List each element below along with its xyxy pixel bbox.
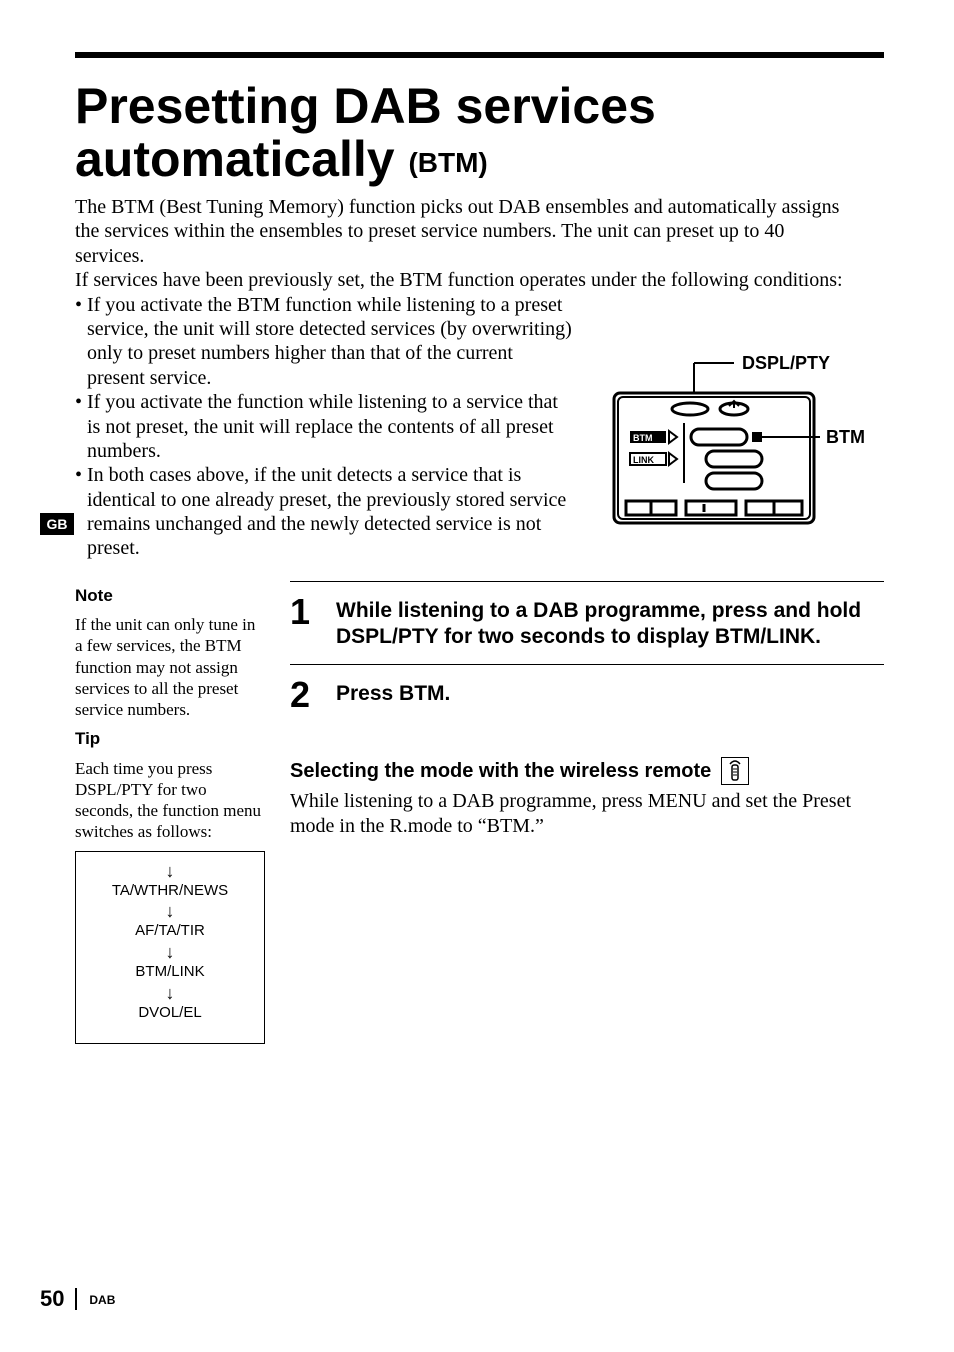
svg-text:LINK: LINK bbox=[633, 455, 654, 465]
step-2-body: Press BTM. bbox=[336, 677, 884, 713]
sidebar: Note If the unit can only tune in a few … bbox=[75, 581, 265, 1044]
page-title: Presetting DAB services automatically (B… bbox=[75, 80, 884, 185]
step-1-body: While listening to a DAB programme, pres… bbox=[336, 594, 884, 651]
remote-icon bbox=[721, 757, 749, 785]
step-2-num: 2 bbox=[290, 677, 320, 713]
device-diagram: DSPL/PTY BTM LINK bbox=[594, 293, 884, 561]
bullet-list: • If you activate the BTM function while… bbox=[75, 293, 574, 561]
intro-p2: If services have been previously set, th… bbox=[75, 268, 855, 292]
arrow-icon: ↓ bbox=[82, 943, 258, 961]
arrow-icon: ↓ bbox=[82, 902, 258, 920]
flowchart: ↓ TA/WTHR/NEWS ↓ AF/TA/TIR ↓ BTM/LINK ↓ … bbox=[75, 851, 265, 1044]
bullet-3: • In both cases above, if the unit detec… bbox=[75, 463, 574, 561]
arrow-icon: ↓ bbox=[82, 984, 258, 1002]
intro-block: The BTM (Best Tuning Memory) function pi… bbox=[75, 195, 855, 293]
flow-item-1: AF/TA/TIR bbox=[82, 922, 258, 941]
note-heading: Note bbox=[75, 585, 265, 606]
bullet-1: • If you activate the BTM function while… bbox=[75, 293, 574, 391]
flow-item-0: TA/WTHR/NEWS bbox=[82, 882, 258, 901]
bullet-2: • If you activate the function while lis… bbox=[75, 390, 574, 463]
page-title-sub: (BTM) bbox=[408, 147, 487, 178]
tip-heading: Tip bbox=[75, 728, 265, 749]
remote-body: While listening to a DAB programme, pres… bbox=[290, 789, 884, 838]
flow-item-3: DVOL/EL bbox=[82, 1004, 258, 1023]
step-1-num: 1 bbox=[290, 594, 320, 651]
arrow-icon: ↓ bbox=[82, 862, 258, 880]
footer: 50 DAB bbox=[40, 1286, 115, 1312]
main-column: 1 While listening to a DAB programme, pr… bbox=[290, 581, 884, 838]
device-svg: DSPL/PTY BTM LINK bbox=[594, 353, 884, 553]
svg-text:BTM: BTM bbox=[633, 433, 653, 443]
footer-section: DAB bbox=[89, 1293, 115, 1307]
page-number: 50 bbox=[40, 1286, 64, 1311]
tip-body: Each time you press DSPL/PTY for two sec… bbox=[75, 758, 265, 843]
label-dsplpty: DSPL/PTY bbox=[742, 353, 830, 373]
step-2: 2 Press BTM. bbox=[290, 664, 884, 727]
remote-block: Selecting the mode with the wireless rem… bbox=[290, 757, 884, 838]
gb-tab: GB bbox=[40, 513, 74, 535]
intro-p1: The BTM (Best Tuning Memory) function pi… bbox=[75, 195, 855, 268]
top-rule bbox=[75, 52, 884, 58]
footer-divider bbox=[75, 1288, 77, 1310]
flow-item-2: BTM/LINK bbox=[82, 963, 258, 982]
note-body: If the unit can only tune in a few servi… bbox=[75, 614, 265, 720]
remote-heading: Selecting the mode with the wireless rem… bbox=[290, 760, 711, 783]
page-title-main: Presetting DAB services automatically bbox=[75, 78, 656, 187]
label-btm: BTM bbox=[826, 427, 865, 447]
step-1: 1 While listening to a DAB programme, pr… bbox=[290, 581, 884, 665]
